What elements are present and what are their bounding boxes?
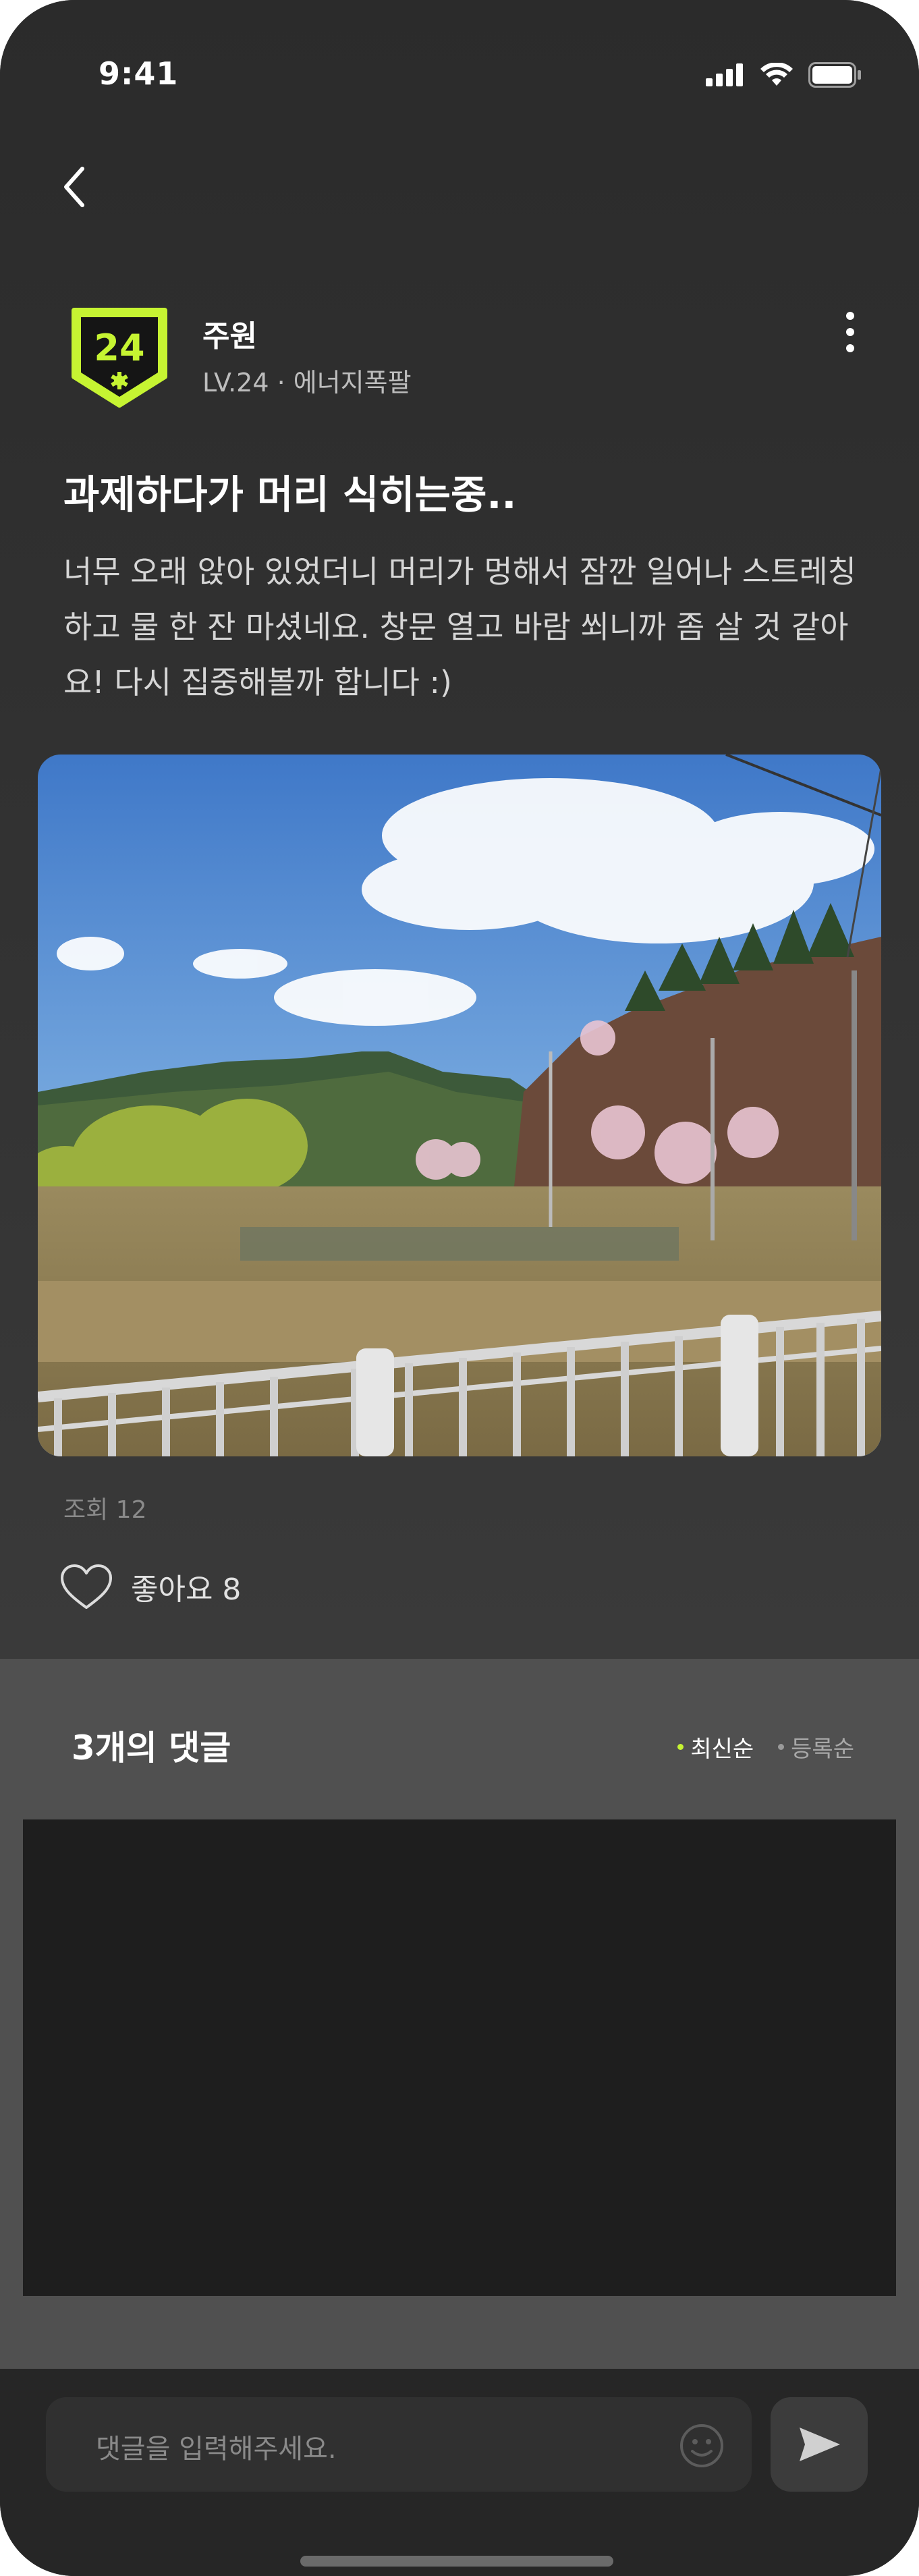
status-icons	[706, 62, 862, 88]
inactive-dot-icon	[778, 1744, 785, 1750]
comment-input[interactable]: 댓글을 입력해주세요.	[46, 2397, 752, 2492]
badge-number: 24	[94, 327, 144, 369]
view-count: 조회 12	[63, 1496, 147, 1524]
author-name[interactable]: 주원	[202, 312, 257, 355]
send-arrow-icon	[800, 2428, 840, 2461]
wifi-icon	[760, 63, 793, 86]
like-count: 좋아요 8	[131, 1572, 242, 1607]
level-badge-icon: 24	[72, 308, 167, 408]
sort-oldest[interactable]: 등록순	[778, 1730, 854, 1763]
more-options-icon[interactable]	[834, 305, 866, 359]
sort-latest-label: 최신순	[690, 1736, 754, 1763]
emoji-icon[interactable]	[677, 2421, 726, 2470]
comment-input-placeholder: 댓글을 입력해주세요.	[96, 2434, 337, 2465]
post-section: 9:41 24 주원 LV.24 · 에너지폭팔 과제하다가 머리 식히는중..…	[0, 0, 919, 1659]
back-chevron-icon[interactable]	[54, 157, 94, 217]
comments-count-title: 3개의 댓글	[72, 1728, 231, 1767]
post-photo[interactable]	[38, 755, 881, 1456]
like-button[interactable]: 좋아요 8	[58, 1562, 241, 1612]
comment-input-bar: 댓글을 입력해주세요.	[0, 2369, 919, 2576]
sort-oldest-label: 등록순	[791, 1736, 854, 1763]
home-indicator	[300, 2556, 613, 2567]
author-level: LV.24 · 에너지폭팔	[202, 368, 412, 398]
send-button[interactable]	[771, 2397, 868, 2492]
sort-latest[interactable]: 최신순	[677, 1730, 754, 1763]
phone-screen: 9:41 24 주원 LV.24 · 에너지폭팔 과제하다가 머리 식히는중..…	[0, 0, 919, 2576]
comment-list	[23, 1819, 896, 2296]
post-body: 너무 오래 앉아 있었더니 머리가 멍해서 잠깐 일어나 스트레칭하고 물 한 …	[63, 553, 856, 701]
comment-sort: 최신순 등록순	[677, 1730, 854, 1763]
battery-icon	[808, 62, 861, 88]
post-title: 과제하다가 머리 식히는중..	[63, 472, 517, 518]
signal-icon	[706, 63, 743, 86]
status-time: 9:41	[99, 55, 179, 92]
heart-icon[interactable]	[58, 1562, 115, 1612]
status-bar: 9:41	[0, 0, 919, 121]
comments-section: 3개의 댓글 최신순 등록순	[0, 1659, 919, 2369]
active-dot-icon	[677, 1744, 684, 1750]
